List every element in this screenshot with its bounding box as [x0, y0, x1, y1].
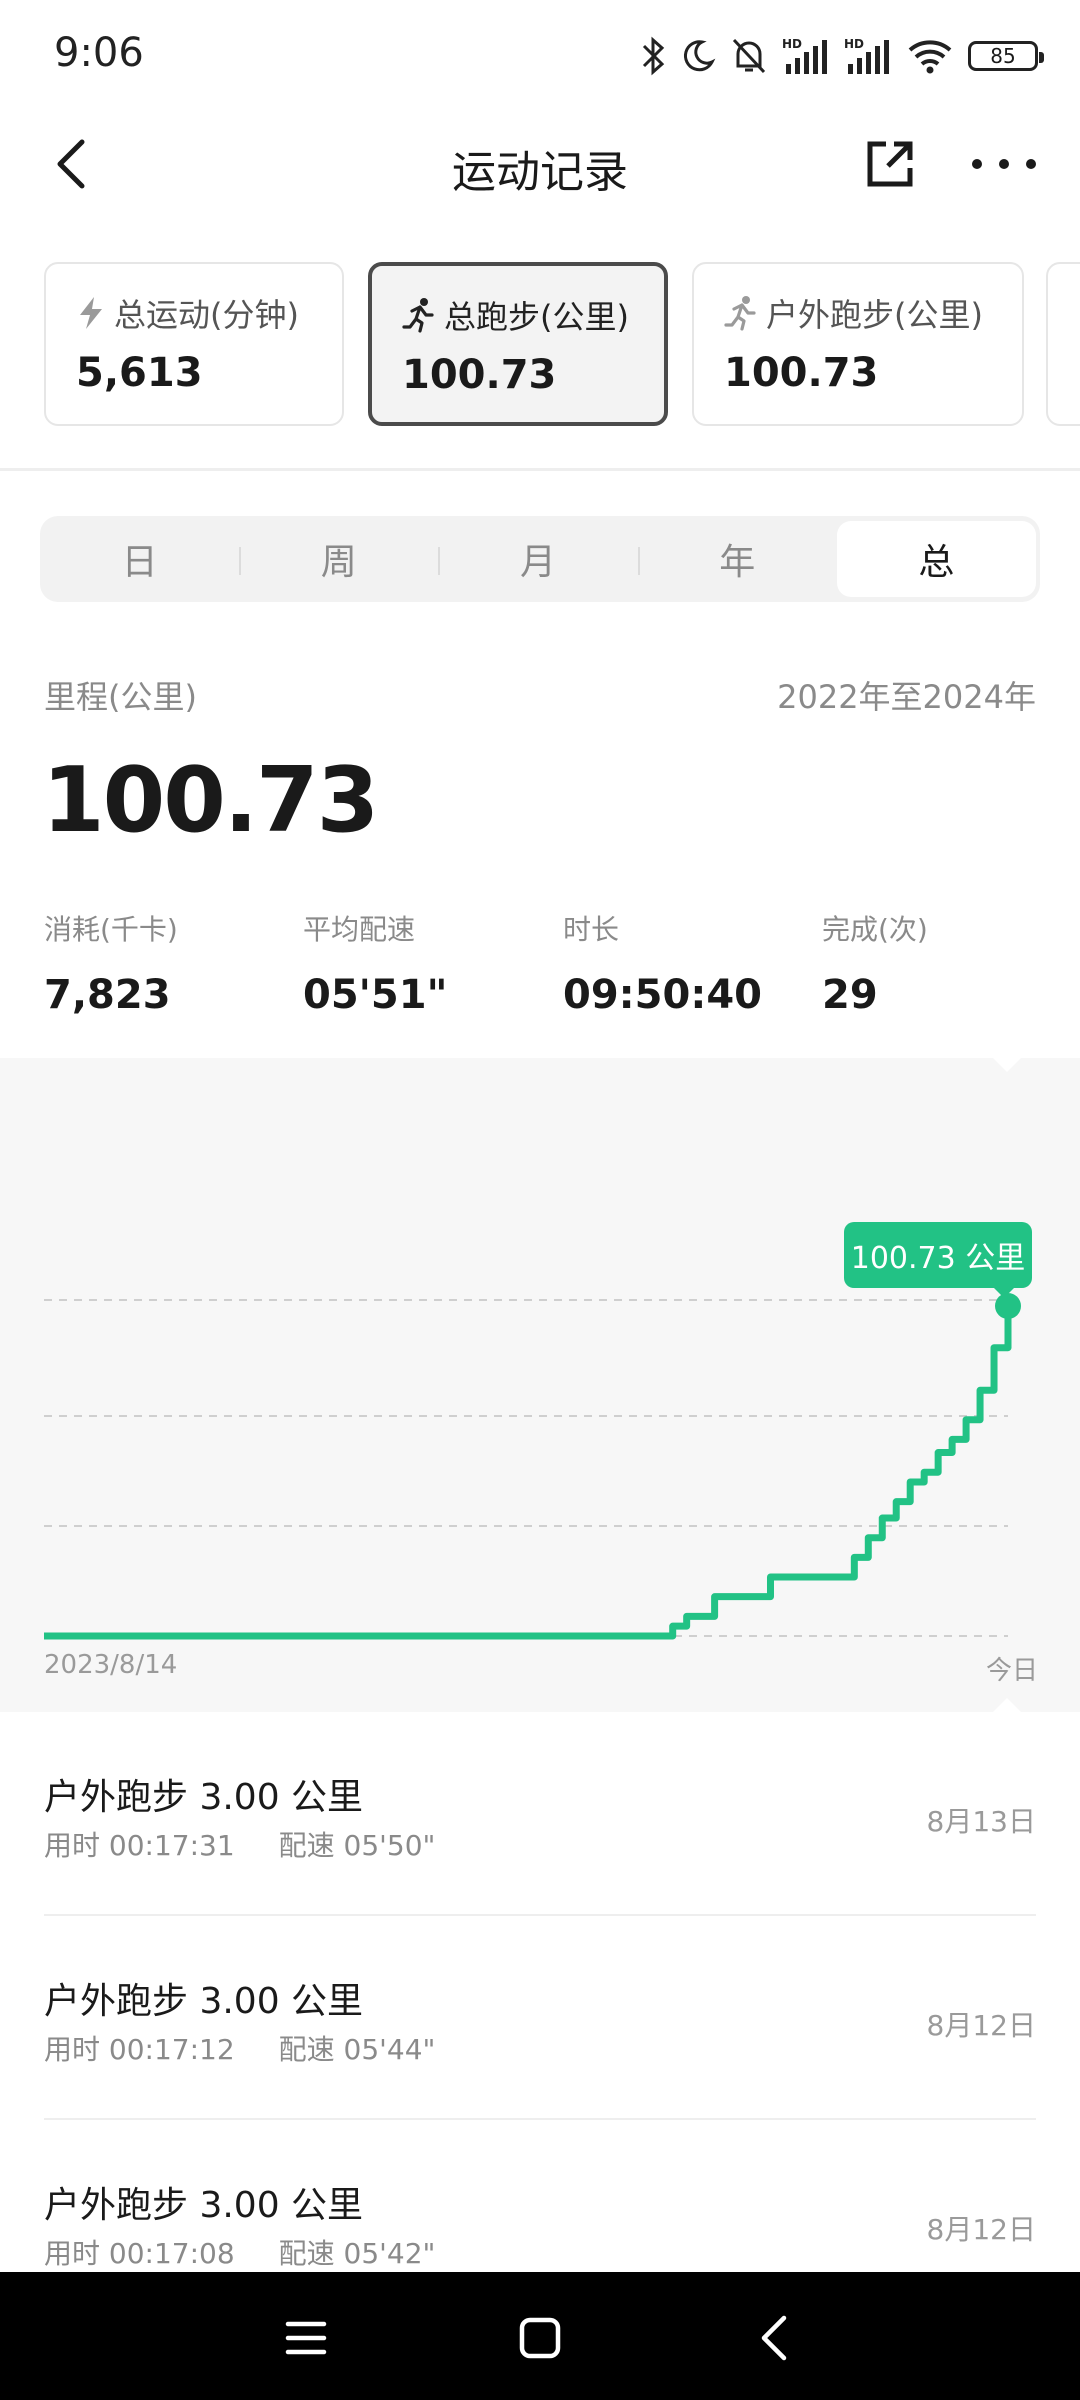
- card-total-running[interactable]: 总跑步(公里) 100.73: [368, 262, 668, 426]
- metric-value: 09:50:40: [563, 972, 762, 1018]
- more-dots-icon: [972, 159, 982, 169]
- record-list: 户外跑步 3.00 公里 用时 00:17:31 配速 05'50" 8月13日 …: [0, 1712, 1080, 2272]
- bluetooth-icon: [642, 36, 665, 76]
- nav-back-button[interactable]: [744, 2308, 804, 2368]
- chart-svg: [44, 1293, 1021, 1640]
- period-segmented-control: 日 周 月 年 总: [40, 516, 1040, 602]
- metric-value: 29: [822, 972, 878, 1018]
- record-pace: 配速 05'50": [278, 1829, 436, 1862]
- svg-text:HD: HD: [782, 37, 802, 51]
- status-time: 9:06: [54, 30, 144, 76]
- card-label: 总运动(分钟): [114, 296, 299, 334]
- card-outdoor-running[interactable]: 户外跑步(公里) 100.73: [692, 262, 1024, 426]
- running-icon: [402, 298, 434, 333]
- date-range: 2022年至2024年: [777, 678, 1036, 716]
- list-item[interactable]: 户外跑步 3.00 公里 用时 00:17:31 配速 05'50" 8月13日: [44, 1712, 1036, 1916]
- card-label: 总跑步(公里): [444, 298, 629, 336]
- card-partial[interactable]: [1046, 262, 1080, 426]
- svg-text:HD: HD: [844, 37, 864, 51]
- tab-week[interactable]: 周: [239, 521, 438, 597]
- record-subtitle: 用时 00:17:08 配速 05'42": [44, 2232, 435, 2272]
- series-line: [44, 1306, 1012, 1640]
- metric-completed: 完成(次) 29: [822, 908, 928, 1018]
- metrics-row: 消耗(千卡) 7,823 平均配速 05'51" 时长 09:50:40 完成(…: [44, 908, 1044, 1018]
- chart-top-notch: [993, 1058, 1021, 1072]
- record-subtitle: 用时 00:17:31 配速 05'50": [44, 1824, 435, 1864]
- distance-label: 里程(公里): [44, 678, 197, 716]
- tab-month[interactable]: 月: [438, 521, 637, 597]
- running-icon: [724, 296, 756, 331]
- signal-hd-icon: HD: [782, 37, 827, 74]
- signal-hd-icon: HD: [844, 37, 889, 74]
- card-value: 100.73: [724, 350, 879, 396]
- list-item[interactable]: 户外跑步 3.00 公里 用时 00:17:12 配速 05'44" 8月12日: [44, 1916, 1036, 2120]
- card-value: 100.73: [402, 352, 557, 398]
- share-button[interactable]: [862, 136, 918, 192]
- metric-calories: 消耗(千卡) 7,823: [44, 908, 178, 1018]
- card-total-exercise[interactable]: 总运动(分钟) 5,613: [44, 262, 344, 426]
- moon-icon: [683, 40, 716, 72]
- metric-label: 完成(次): [822, 913, 928, 946]
- metric-value: 7,823: [44, 972, 171, 1018]
- metric-pace: 平均配速 05'51": [303, 908, 447, 1018]
- more-button[interactable]: [972, 136, 1036, 192]
- record-title: 户外跑步 3.00 公里: [44, 2185, 364, 2226]
- nav-menu-button[interactable]: [276, 2308, 336, 2368]
- back-triangle-icon: [761, 2315, 787, 2361]
- battery-icon: 85: [968, 41, 1044, 71]
- external-link-icon: [867, 141, 913, 187]
- tab-day[interactable]: 日: [40, 521, 239, 597]
- status-bar: 9:06 HD HD 85: [0, 0, 1080, 112]
- list-item[interactable]: 户外跑步 3.00 公里 用时 00:17:08 配速 05'42" 8月12日: [44, 2120, 1036, 2272]
- chart-tooltip: 100.73 公里: [844, 1222, 1032, 1298]
- stat-cards: 总运动(分钟) 5,613 总跑步(公里) 100.73 户外跑步(公里) 10…: [0, 262, 1080, 428]
- record-title: 户外跑步 3.00 公里: [44, 1777, 364, 1818]
- home-square-icon: [519, 2317, 561, 2359]
- card-value: 5,613: [76, 350, 203, 396]
- lightning-icon: [80, 297, 102, 329]
- distance-chart[interactable]: 100.73 公里 2023/8/14 今日: [0, 1058, 1080, 1712]
- distance-total: 100.73: [42, 748, 379, 853]
- x-axis-start-label: 2023/8/14: [44, 1650, 178, 1680]
- record-subtitle: 用时 00:17:12 配速 05'44": [44, 2028, 435, 2068]
- menu-icon: [285, 2321, 327, 2355]
- app-header: 运动记录: [0, 112, 1080, 216]
- system-nav-bar: [0, 2272, 1080, 2400]
- battery-level: 85: [990, 44, 1016, 68]
- record-pace: 配速 05'44": [278, 2033, 436, 2066]
- metric-label: 平均配速: [303, 913, 416, 946]
- record-duration: 用时 00:17:08: [44, 2237, 235, 2270]
- record-duration: 用时 00:17:31: [44, 1829, 235, 1862]
- metric-label: 消耗(千卡): [44, 913, 178, 946]
- wifi-icon: [908, 40, 952, 74]
- page-title: 运动记录: [452, 147, 628, 198]
- metric-duration: 时长 09:50:40: [563, 908, 762, 1018]
- x-axis-end-label: 今日: [985, 1656, 1038, 1686]
- record-duration: 用时 00:17:12: [44, 2033, 235, 2066]
- record-date: 8月12日: [926, 2009, 1036, 2042]
- card-label: 户外跑步(公里): [766, 296, 983, 334]
- bell-off-icon: [732, 38, 766, 74]
- chart-bottom-notch: [993, 1698, 1021, 1712]
- tab-total[interactable]: 总: [836, 521, 1037, 597]
- record-date: 8月12日: [926, 2213, 1036, 2246]
- metric-label: 时长: [563, 913, 620, 946]
- tab-year[interactable]: 年: [637, 521, 837, 597]
- status-icons: HD HD 85: [640, 32, 1044, 80]
- record-pace: 配速 05'42": [278, 2237, 436, 2270]
- metric-value: 05'51": [303, 972, 448, 1018]
- record-date: 8月13日: [926, 1805, 1036, 1838]
- divider: [0, 468, 1080, 471]
- record-title: 户外跑步 3.00 公里: [44, 1981, 364, 2022]
- nav-home-button[interactable]: [510, 2308, 570, 2368]
